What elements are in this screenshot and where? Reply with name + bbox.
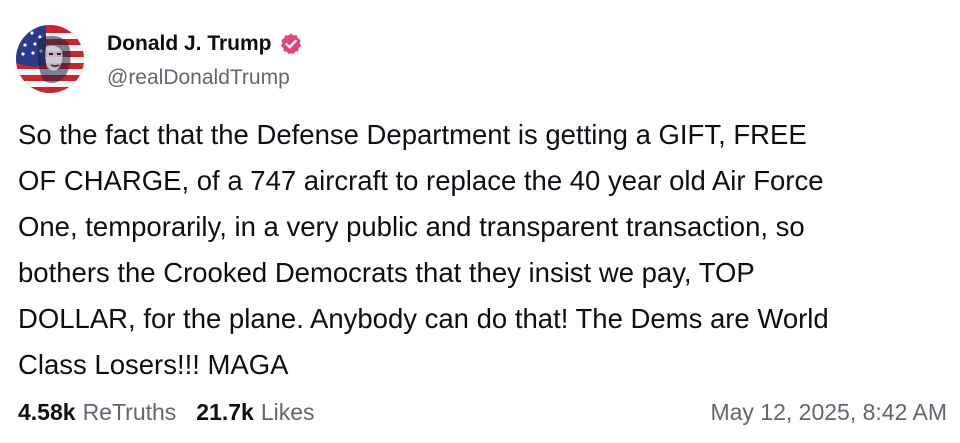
author-display-name[interactable]: Donald J. Trump bbox=[107, 30, 272, 58]
truth-post-card: Donald J. Trump @realDonaldTrump So the … bbox=[0, 0, 960, 443]
likes-label: Likes bbox=[260, 398, 315, 425]
post-text-line: OF CHARGE, of a 747 aircraft to replace … bbox=[18, 165, 824, 196]
retruths-count: 4.58k bbox=[18, 398, 76, 425]
verified-badge-icon bbox=[279, 32, 303, 56]
post-text-line: Class Losers!!! MAGA bbox=[18, 349, 289, 380]
post-timestamp[interactable]: May 12, 2025, 8:42 AM bbox=[710, 396, 947, 428]
likes-count: 21.7k bbox=[196, 398, 254, 425]
retruths-stat[interactable]: 4.58k ReTruths bbox=[18, 399, 176, 426]
author-avatar[interactable] bbox=[16, 25, 84, 93]
post-text-line: So the fact that the Defense Department … bbox=[18, 119, 807, 150]
post-text-line: One, temporarily, in a very public and t… bbox=[18, 211, 805, 242]
retruths-label: ReTruths bbox=[82, 398, 177, 425]
post-stats: 4.58k ReTruths 21.7k Likes bbox=[18, 396, 315, 428]
post-body: So the fact that the Defense Department … bbox=[18, 112, 948, 388]
avatar-portrait-icon bbox=[16, 25, 84, 93]
likes-stat[interactable]: 21.7k Likes bbox=[196, 399, 314, 426]
post-text-line: bothers the Crooked Democrats that they … bbox=[18, 257, 755, 288]
author-name-row: Donald J. Trump bbox=[107, 30, 303, 58]
author-handle[interactable]: @realDonaldTrump bbox=[107, 64, 290, 92]
post-text-line: DOLLAR, for the plane. Anybody can do th… bbox=[18, 303, 829, 334]
